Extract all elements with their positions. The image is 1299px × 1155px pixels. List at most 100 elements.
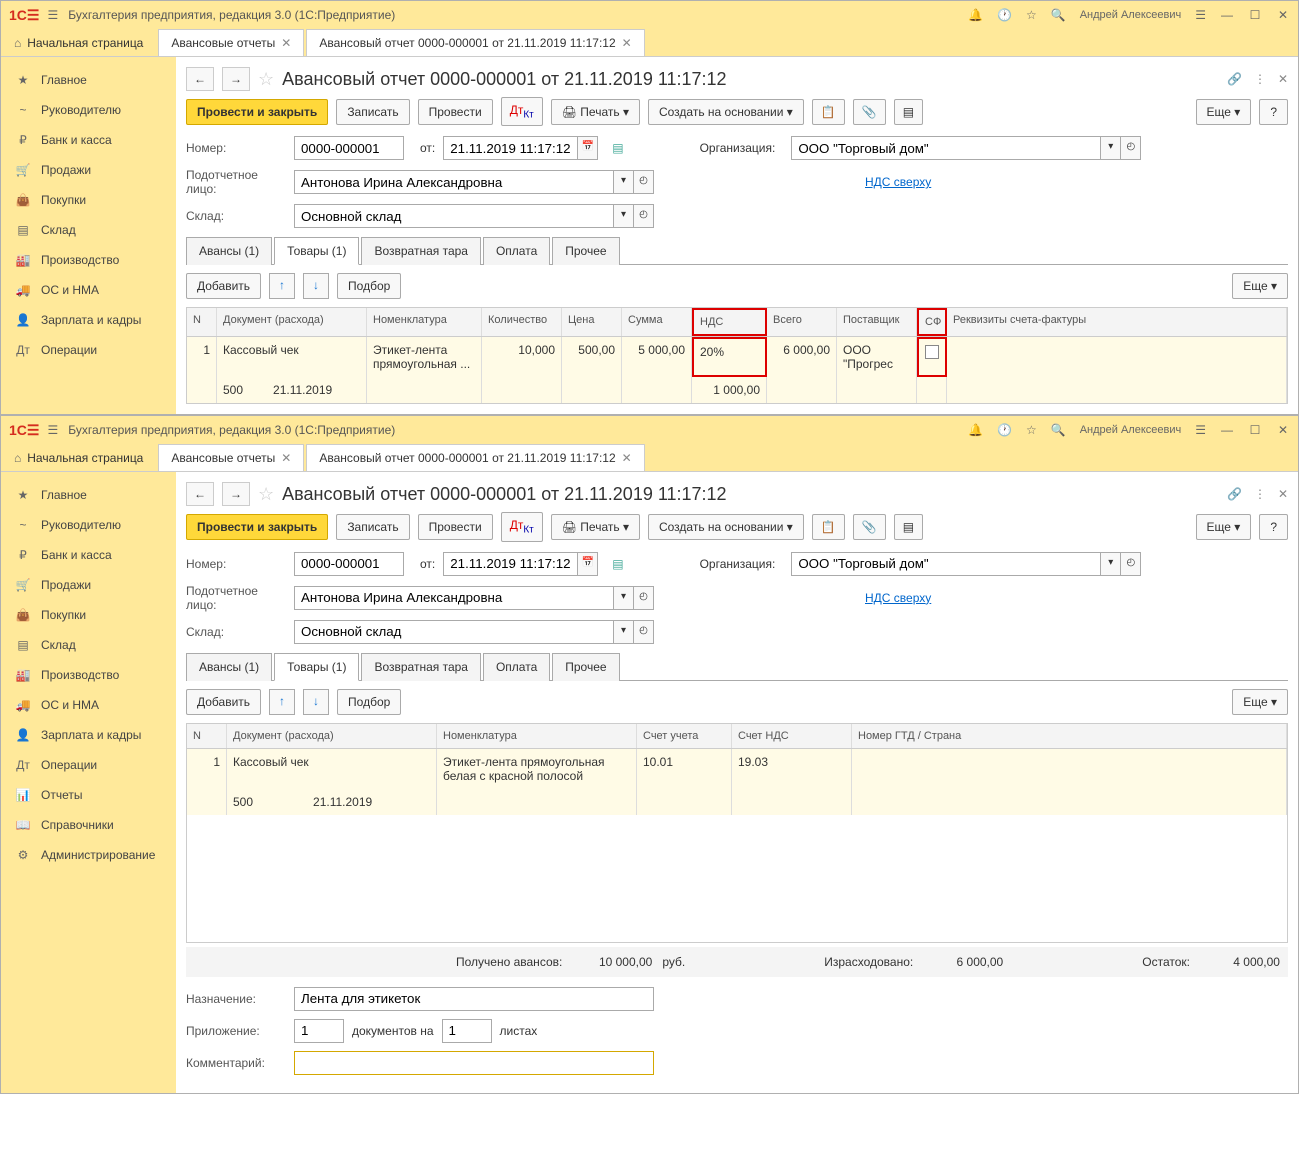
settings-icon[interactable]: ☰	[1195, 423, 1206, 437]
more-button[interactable]: Еще ▾	[1196, 514, 1252, 540]
select-button[interactable]: Подбор	[337, 689, 401, 715]
doc-status-icon[interactable]: ▤	[612, 557, 623, 571]
date-input[interactable]	[443, 552, 578, 576]
date-input[interactable]	[443, 136, 578, 160]
comment-input[interactable]	[294, 1051, 654, 1075]
bell-icon[interactable]: 🔔	[968, 423, 983, 437]
table-row[interactable]: 1 Кассовый чек Этикет-лента прямоугольна…	[187, 337, 1287, 377]
col-nds-acct[interactable]: Счет НДС	[732, 724, 852, 748]
more-button[interactable]: Еще ▾	[1196, 99, 1252, 125]
sidebar-item-bank[interactable]: ₽Банк и касса	[1, 540, 176, 570]
maximize-button[interactable]: ☐	[1248, 423, 1262, 437]
sidebar-item-assets[interactable]: 🚚ОС и НМА	[1, 275, 176, 305]
col-supplier[interactable]: Поставщик	[837, 308, 917, 336]
maximize-button[interactable]: ☐	[1248, 8, 1262, 22]
attach-docs-input[interactable]	[294, 1019, 344, 1043]
list-button[interactable]: ▤	[894, 514, 923, 540]
help-button[interactable]: ?	[1259, 514, 1288, 540]
sidebar-item-assets[interactable]: 🚚ОС и НМА	[1, 690, 176, 720]
close-button[interactable]: ✕	[1276, 423, 1290, 437]
sidebar-item-warehouse[interactable]: ▤Склад	[1, 215, 176, 245]
close-button[interactable]: ✕	[1276, 8, 1290, 22]
sidebar-item-main[interactable]: ★Главное	[1, 480, 176, 510]
open-button[interactable]: ◴	[634, 620, 654, 644]
sidebar-item-purchases[interactable]: 👜Покупки	[1, 185, 176, 215]
cell-sf[interactable]	[917, 337, 947, 377]
number-input[interactable]	[294, 136, 404, 160]
col-gtd[interactable]: Номер ГТД / Страна	[852, 724, 1287, 748]
home-tab[interactable]: ⌂ Начальная страница	[1, 29, 156, 56]
dropdown-button[interactable]: ▾	[614, 586, 634, 610]
create-based-button[interactable]: Создать на основании ▾	[648, 514, 804, 540]
sidebar-item-admin[interactable]: ⚙Администрирование	[1, 840, 176, 870]
tab-return-tare[interactable]: Возвратная тара	[361, 653, 481, 681]
open-button[interactable]: ◴	[634, 586, 654, 610]
org-input[interactable]	[791, 552, 1101, 576]
home-tab[interactable]: ⌂ Начальная страница	[1, 444, 156, 471]
post-and-close-button[interactable]: Провести и закрыть	[186, 514, 328, 540]
close-doc-button[interactable]: ✕	[1278, 72, 1288, 86]
link-icon[interactable]: 🔗	[1227, 487, 1242, 501]
sidebar-item-manager[interactable]: ~Руководителю	[1, 510, 176, 540]
calendar-button[interactable]: 📅	[578, 136, 598, 160]
calendar-button[interactable]: 📅	[578, 552, 598, 576]
col-total[interactable]: Всего	[767, 308, 837, 336]
post-button[interactable]: Провести	[418, 514, 493, 540]
print-button[interactable]: 🖨 Печать ▾	[551, 99, 640, 125]
sidebar-item-salary[interactable]: 👤Зарплата и кадры	[1, 305, 176, 335]
col-sf[interactable]: СФ	[917, 308, 947, 336]
more-icon[interactable]: ⋮	[1254, 72, 1266, 86]
tab-payment[interactable]: Оплата	[483, 653, 550, 681]
attach-sheets-input[interactable]	[442, 1019, 492, 1043]
dropdown-button[interactable]: ▾	[1101, 136, 1121, 160]
bell-icon[interactable]: 🔔	[968, 8, 983, 22]
more-icon[interactable]: ⋮	[1254, 487, 1266, 501]
col-price[interactable]: Цена	[562, 308, 622, 336]
close-icon[interactable]: ✕	[281, 36, 291, 50]
close-icon[interactable]: ✕	[281, 451, 291, 465]
list-button[interactable]: ▤	[894, 99, 923, 125]
open-button[interactable]: ◴	[634, 204, 654, 228]
dtkt-button[interactable]: ДтКт	[501, 97, 543, 126]
col-doc[interactable]: Документ (расхода)	[217, 308, 367, 336]
attach-button[interactable]: 📎	[853, 99, 886, 125]
minimize-button[interactable]: —	[1220, 8, 1234, 22]
add-button[interactable]: Добавить	[186, 273, 261, 299]
person-input[interactable]	[294, 170, 614, 194]
tab-goods[interactable]: Товары (1)	[274, 653, 359, 681]
sidebar-item-operations[interactable]: ДтОперации	[1, 750, 176, 780]
tab-advances[interactable]: Авансы (1)	[186, 237, 272, 265]
tab-payment[interactable]: Оплата	[483, 237, 550, 265]
user-name[interactable]: Андрей Алексеевич	[1080, 9, 1182, 21]
sf-checkbox[interactable]	[925, 345, 939, 359]
sub-more-button[interactable]: Еще ▾	[1232, 273, 1288, 299]
save-button[interactable]: Записать	[336, 99, 409, 125]
sidebar-item-purchases[interactable]: 👜Покупки	[1, 600, 176, 630]
move-up-button[interactable]: ↑	[269, 273, 295, 299]
open-button[interactable]: ◴	[1121, 136, 1141, 160]
help-button[interactable]: ?	[1259, 99, 1288, 125]
sidebar-item-manager[interactable]: ~Руководителю	[1, 95, 176, 125]
tab-report-doc[interactable]: Авансовый отчет 0000-000001 от 21.11.201…	[306, 444, 644, 471]
tab-other[interactable]: Прочее	[552, 653, 619, 681]
col-n[interactable]: N	[187, 724, 227, 748]
add-button[interactable]: Добавить	[186, 689, 261, 715]
move-down-button[interactable]: ↓	[303, 273, 329, 299]
purpose-input[interactable]	[294, 987, 654, 1011]
search-icon[interactable]: 🔍	[1051, 423, 1066, 437]
print-button[interactable]: 🖨 Печать ▾	[551, 514, 640, 540]
tab-reports-list[interactable]: Авансовые отчеты ✕	[158, 29, 304, 56]
col-qty[interactable]: Количество	[482, 308, 562, 336]
col-nom[interactable]: Номенклатура	[367, 308, 482, 336]
settings-icon[interactable]: ☰	[1195, 8, 1206, 22]
dropdown-button[interactable]: ▾	[1101, 552, 1121, 576]
col-nom[interactable]: Номенклатура	[437, 724, 637, 748]
tab-other[interactable]: Прочее	[552, 237, 619, 265]
copy-button[interactable]: 📋	[812, 99, 845, 125]
post-and-close-button[interactable]: Провести и закрыть	[186, 99, 328, 125]
user-name[interactable]: Андрей Алексеевич	[1080, 424, 1182, 436]
col-nds[interactable]: НДС	[692, 308, 767, 336]
doc-status-icon[interactable]: ▤	[612, 141, 623, 155]
open-button[interactable]: ◴	[634, 170, 654, 194]
col-sf-details[interactable]: Реквизиты счета-фактуры	[947, 308, 1287, 336]
